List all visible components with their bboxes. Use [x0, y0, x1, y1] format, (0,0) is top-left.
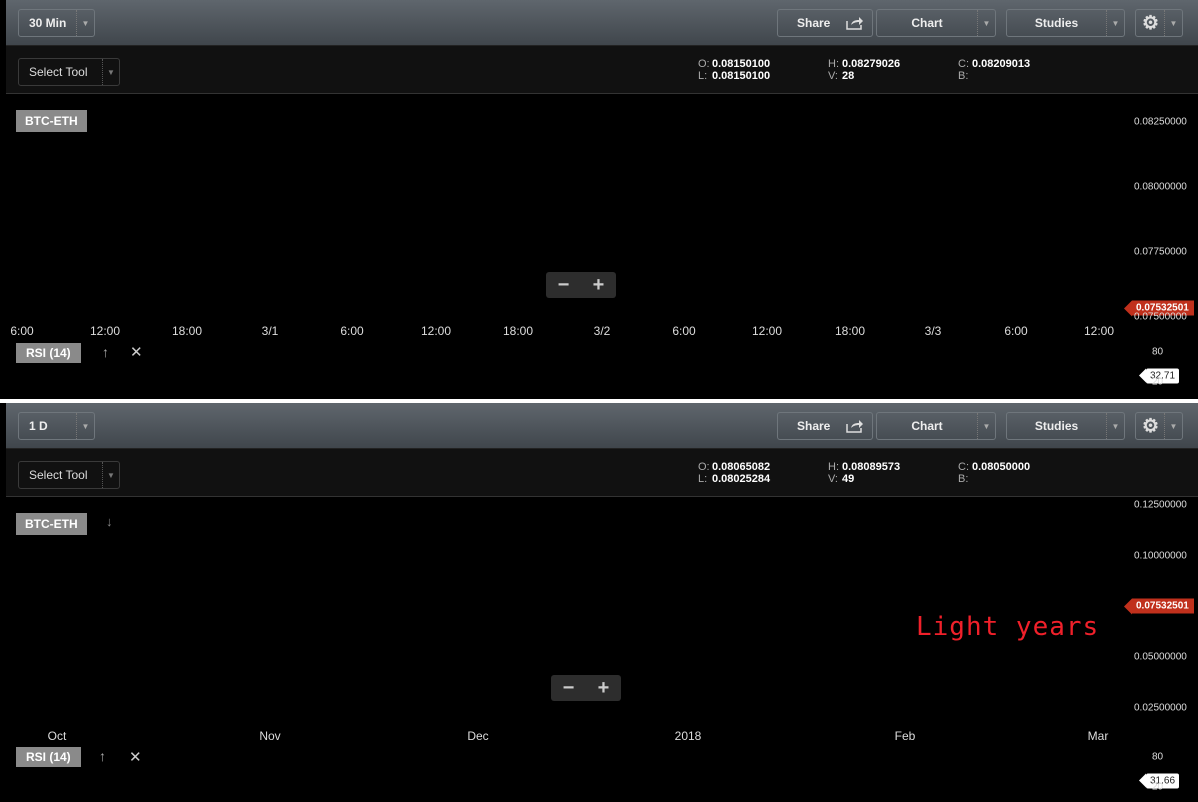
zoom-control: − + — [551, 675, 621, 701]
time-axis-label: 2018 — [674, 729, 702, 743]
close-icon[interactable]: ✕ — [130, 343, 143, 361]
time-axis-label: 18:00 — [502, 324, 534, 338]
time-axis-label: 3/1 — [261, 324, 279, 338]
annotation-text[interactable]: Light years — [916, 612, 1099, 642]
zoom-in-button[interactable]: + — [593, 274, 605, 297]
rsi-label: RSI (14) — [16, 343, 81, 363]
arrow-up-icon[interactable]: ↑ — [99, 748, 106, 764]
rsi-axis-label: 80 — [1152, 751, 1164, 763]
time-axis-label: Nov — [259, 729, 281, 743]
time-axis-label: 12:00 — [420, 324, 452, 338]
price-axis-label: 0.10000000 — [1134, 550, 1187, 562]
time-axis-label: 6:00 — [672, 324, 696, 338]
time-axis-label: 12:00 — [751, 324, 783, 338]
price-axis-label: 0.08250000 — [1134, 116, 1187, 128]
price-axis-label: 0.08000000 — [1134, 181, 1187, 193]
price-axis-label: 0.02500000 — [1134, 702, 1187, 714]
time-axis-label: 12:00 — [1083, 324, 1115, 338]
time-axis-label: Feb — [894, 729, 916, 743]
time-axis-label: 6:00 — [10, 324, 34, 338]
price-axis-label: 0.05000000 — [1134, 651, 1187, 663]
close-icon[interactable]: ✕ — [129, 748, 142, 766]
time-axis-label: 6:00 — [1004, 324, 1028, 338]
rsi-label: RSI (14) — [16, 747, 81, 767]
rsi-axis-label: 20 — [1152, 376, 1164, 388]
symbol-label: BTC-ETH — [16, 110, 87, 132]
time-axis-label: 18:00 — [171, 324, 203, 338]
time-axis-label: 3/3 — [924, 324, 942, 338]
zoom-out-button[interactable]: − — [558, 274, 570, 297]
price-chart[interactable] — [6, 0, 1198, 399]
time-axis-label: Dec — [467, 729, 489, 743]
arrow-down-icon[interactable]: ↓ — [106, 514, 113, 529]
zoom-in-button[interactable]: + — [598, 677, 610, 700]
time-axis-label: 18:00 — [834, 324, 866, 338]
time-axis-label: 3/2 — [593, 324, 611, 338]
rsi-axis-label: 20 — [1152, 781, 1164, 793]
time-axis-label: 12:00 — [89, 324, 121, 338]
chart-panel-30min: 30 Min ▼ Share Chart ▼ Studies ▼ ⚙ ▼ Sel… — [6, 0, 1198, 399]
price-axis-label: 0.07500000 — [1134, 311, 1187, 323]
price-chart[interactable] — [6, 403, 1198, 802]
symbol-label: BTC-ETH — [16, 513, 87, 535]
rsi-axis-label: 80 — [1152, 346, 1164, 358]
price-axis-label: 0.12500000 — [1134, 499, 1187, 511]
last-price-tag: 0.07532501 — [1124, 598, 1194, 615]
arrow-up-icon[interactable]: ↑ — [102, 344, 109, 360]
time-axis-label: 6:00 — [340, 324, 364, 338]
zoom-out-button[interactable]: − — [563, 677, 575, 700]
zoom-control: − + — [546, 272, 616, 298]
time-axis-label: Oct — [47, 729, 67, 743]
price-axis-label: 0.07750000 — [1134, 246, 1187, 258]
time-axis-label: Mar — [1087, 729, 1109, 743]
chart-panel-1d: 1 D ▼ Share Chart ▼ Studies ▼ ⚙ ▼ Select… — [6, 403, 1198, 802]
